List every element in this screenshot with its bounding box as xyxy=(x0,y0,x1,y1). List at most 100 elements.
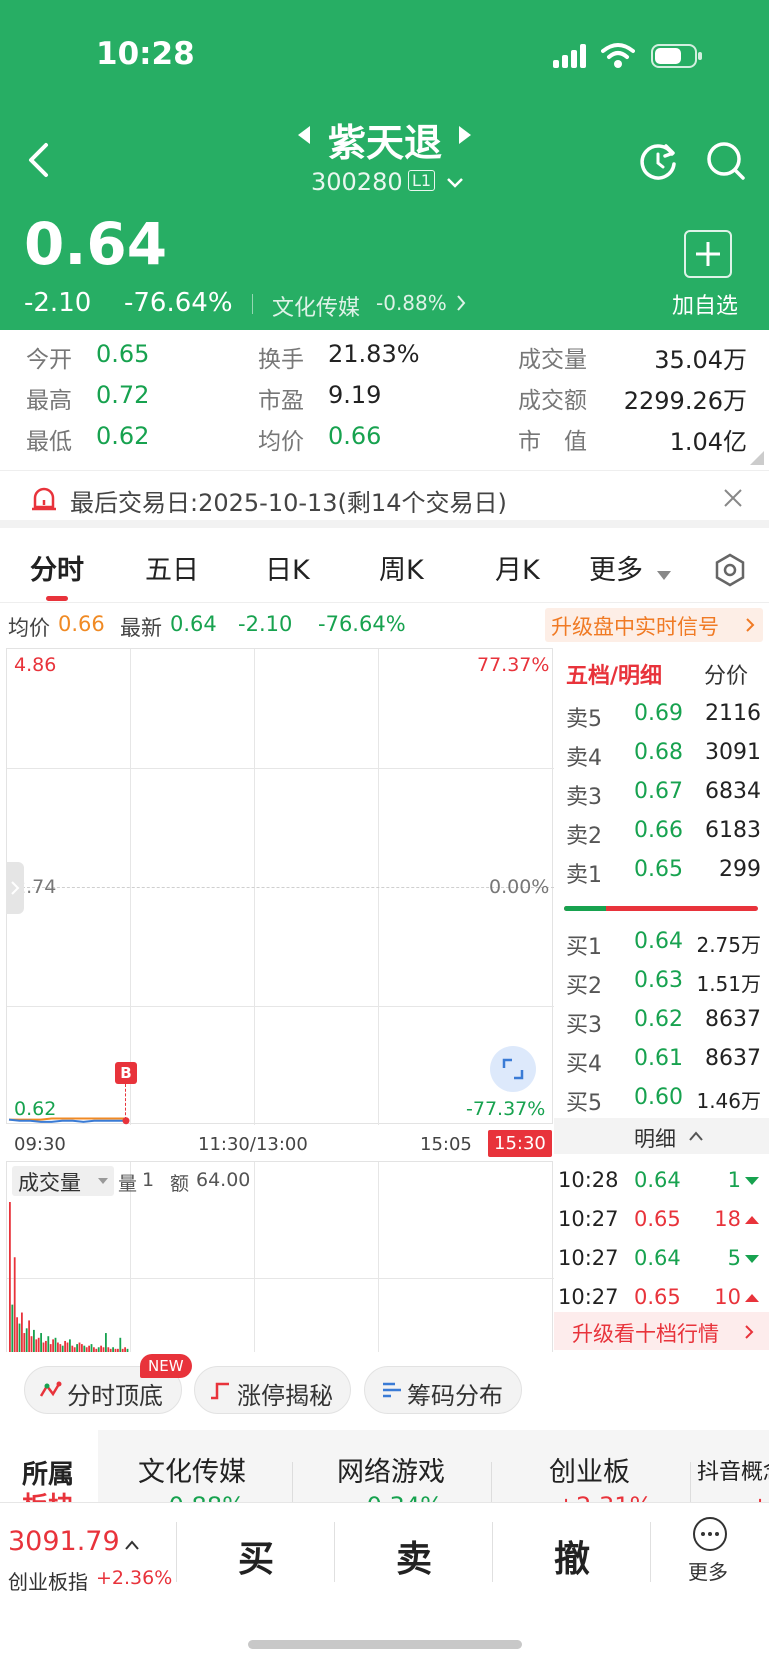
volume-bar xyxy=(16,1317,18,1352)
chevron-down-icon[interactable] xyxy=(446,174,464,188)
fullscreen-button[interactable] xyxy=(490,1046,536,1092)
bid-row[interactable]: 买5 0.60 1.46万 xyxy=(566,1079,761,1118)
ask-row[interactable]: 卖5 0.69 2116 xyxy=(566,695,761,734)
trade-price: 0.64 xyxy=(634,1246,681,1270)
new-badge-text: NEW xyxy=(148,1357,184,1375)
trade-detail-row: 10:27 0.65 18 xyxy=(558,1201,763,1240)
tab-monthly-k[interactable]: 月K xyxy=(495,548,540,587)
limit-up-icon xyxy=(211,1382,229,1400)
volume-bar xyxy=(119,1337,122,1352)
sell-button[interactable]: 卖 xyxy=(396,1530,432,1582)
upgrade-signal-button[interactable]: 升级盘中实时信号 xyxy=(545,608,763,642)
upgrade-level10-button[interactable]: 升级看十档行情 xyxy=(554,1312,769,1350)
orderbook-title[interactable]: 五档/明细 xyxy=(566,658,662,690)
upgrade-signal-text: 升级盘中实时信号 xyxy=(551,615,719,639)
cancel-order-button[interactable]: 撤 xyxy=(554,1530,590,1582)
ask-row[interactable]: 卖2 0.66 6183 xyxy=(566,812,761,851)
industry-pct[interactable]: -0.88% xyxy=(376,291,447,315)
bid-row[interactable]: 买2 0.63 1.51万 xyxy=(566,962,761,1001)
tab-weekly-k[interactable]: 周K xyxy=(379,548,424,587)
x-label-open: 09:30 xyxy=(14,1134,66,1155)
ask-level-label: 卖4 xyxy=(566,746,602,771)
sector-item-culture[interactable]: 文化传媒 xyxy=(138,1450,246,1489)
bid-row[interactable]: 买3 0.62 8637 xyxy=(566,1001,761,1040)
orderbook-alt-tab[interactable]: 分价 xyxy=(704,658,748,690)
volume-bar xyxy=(90,1344,93,1352)
intraday-chart[interactable] xyxy=(6,648,554,1125)
expand-icon xyxy=(502,1058,524,1080)
volume-bar xyxy=(30,1336,33,1352)
industry-name[interactable]: 文化传媒 xyxy=(272,290,360,322)
refresh-icon[interactable] xyxy=(638,140,680,182)
ask-price: 0.67 xyxy=(634,779,683,804)
ask-price: 0.66 xyxy=(634,818,683,843)
chevron-up-icon xyxy=(689,1131,703,1141)
search-icon[interactable] xyxy=(705,140,747,182)
volume-bar xyxy=(112,1347,114,1352)
expand-sidebar-handle[interactable] xyxy=(6,862,24,914)
corner-mark-icon xyxy=(750,450,764,465)
bid-level-label: 买4 xyxy=(566,1052,602,1077)
volume-bar xyxy=(93,1347,95,1352)
settings-icon[interactable] xyxy=(713,553,747,587)
bid-ask-ratio-bar xyxy=(564,906,758,911)
index-value[interactable]: 3091.79 xyxy=(8,1526,120,1557)
index-name[interactable]: 创业板指 xyxy=(8,1566,88,1595)
tab-five-day[interactable]: 五日 xyxy=(145,548,199,587)
back-icon[interactable] xyxy=(26,142,52,178)
chevron-right-icon[interactable] xyxy=(456,294,466,312)
chevron-up-icon[interactable] xyxy=(124,1536,140,1550)
ask-row[interactable]: 卖3 0.67 6834 xyxy=(566,773,761,812)
detail-header[interactable]: 明细 xyxy=(554,1118,769,1154)
ask-volume: 299 xyxy=(719,857,761,882)
sector-item-douyin[interactable]: 抖音概念 xyxy=(697,1454,769,1486)
close-icon[interactable] xyxy=(722,487,744,509)
volume-bar xyxy=(37,1337,40,1352)
stat-value: 2299.26万 xyxy=(623,387,747,415)
add-watchlist-button[interactable] xyxy=(684,230,732,278)
tab-indicator xyxy=(46,596,68,601)
more-icon[interactable] xyxy=(692,1516,728,1552)
sector-item-gaming[interactable]: 网络游戏 xyxy=(337,1450,445,1489)
index-pct: +2.36% xyxy=(96,1567,173,1589)
arrow-up-icon xyxy=(745,1216,759,1224)
add-watchlist-label[interactable]: 加自选 xyxy=(672,288,738,320)
volume-bar xyxy=(109,1348,112,1352)
prev-stock-icon[interactable] xyxy=(296,124,312,146)
more-label[interactable]: 更多 xyxy=(688,1556,728,1585)
ask-row[interactable]: 卖4 0.68 3091 xyxy=(566,734,761,773)
bid-price: 0.61 xyxy=(634,1046,683,1071)
bid-row[interactable]: 买1 0.64 2.75万 xyxy=(566,923,761,962)
ask-price: 0.65 xyxy=(634,857,683,882)
stat-value: 0.66 xyxy=(328,422,382,450)
stat-label: 今开 xyxy=(26,347,72,373)
tab-intraday[interactable]: 分时 xyxy=(30,548,84,587)
tab-daily-k[interactable]: 日K xyxy=(265,548,310,587)
bid-price: 0.64 xyxy=(634,929,683,954)
stat-value: 1.04亿 xyxy=(669,428,747,456)
level-badge[interactable]: L1 xyxy=(408,170,436,191)
volume-bar xyxy=(81,1344,83,1352)
volume-bar xyxy=(102,1347,105,1352)
buy-button[interactable]: 买 xyxy=(238,1530,274,1582)
volume-bar xyxy=(13,1257,16,1352)
tab-more[interactable]: 更多 xyxy=(589,548,643,587)
volume-bar xyxy=(57,1342,59,1352)
volume-selector[interactable]: 成交量 xyxy=(12,1166,114,1196)
bid-row[interactable]: 买4 0.61 8637 xyxy=(566,1040,761,1079)
feature-chip-distribution[interactable]: 筹码分布 xyxy=(364,1366,522,1414)
sector-item-gem[interactable]: 创业板 xyxy=(549,1450,630,1489)
next-stock-icon[interactable] xyxy=(457,124,473,146)
buy-marker[interactable]: B xyxy=(115,1062,137,1084)
notice-bar[interactable]: 最后交易日:2025-10-13(剩14个交易日) xyxy=(0,470,769,528)
alarm-icon xyxy=(30,485,58,511)
tab-divider xyxy=(0,602,769,603)
ask-row[interactable]: 卖1 0.65 299 xyxy=(566,851,761,890)
ask-level-label: 卖2 xyxy=(566,824,602,849)
volume-bar xyxy=(85,1347,88,1352)
feature-limit-up[interactable]: 涨停揭秘 xyxy=(194,1366,351,1414)
volume-bar xyxy=(64,1340,66,1352)
trade-time: 10:27 xyxy=(558,1207,619,1231)
volume-bar xyxy=(25,1328,28,1352)
caret-down-icon[interactable] xyxy=(657,566,671,580)
